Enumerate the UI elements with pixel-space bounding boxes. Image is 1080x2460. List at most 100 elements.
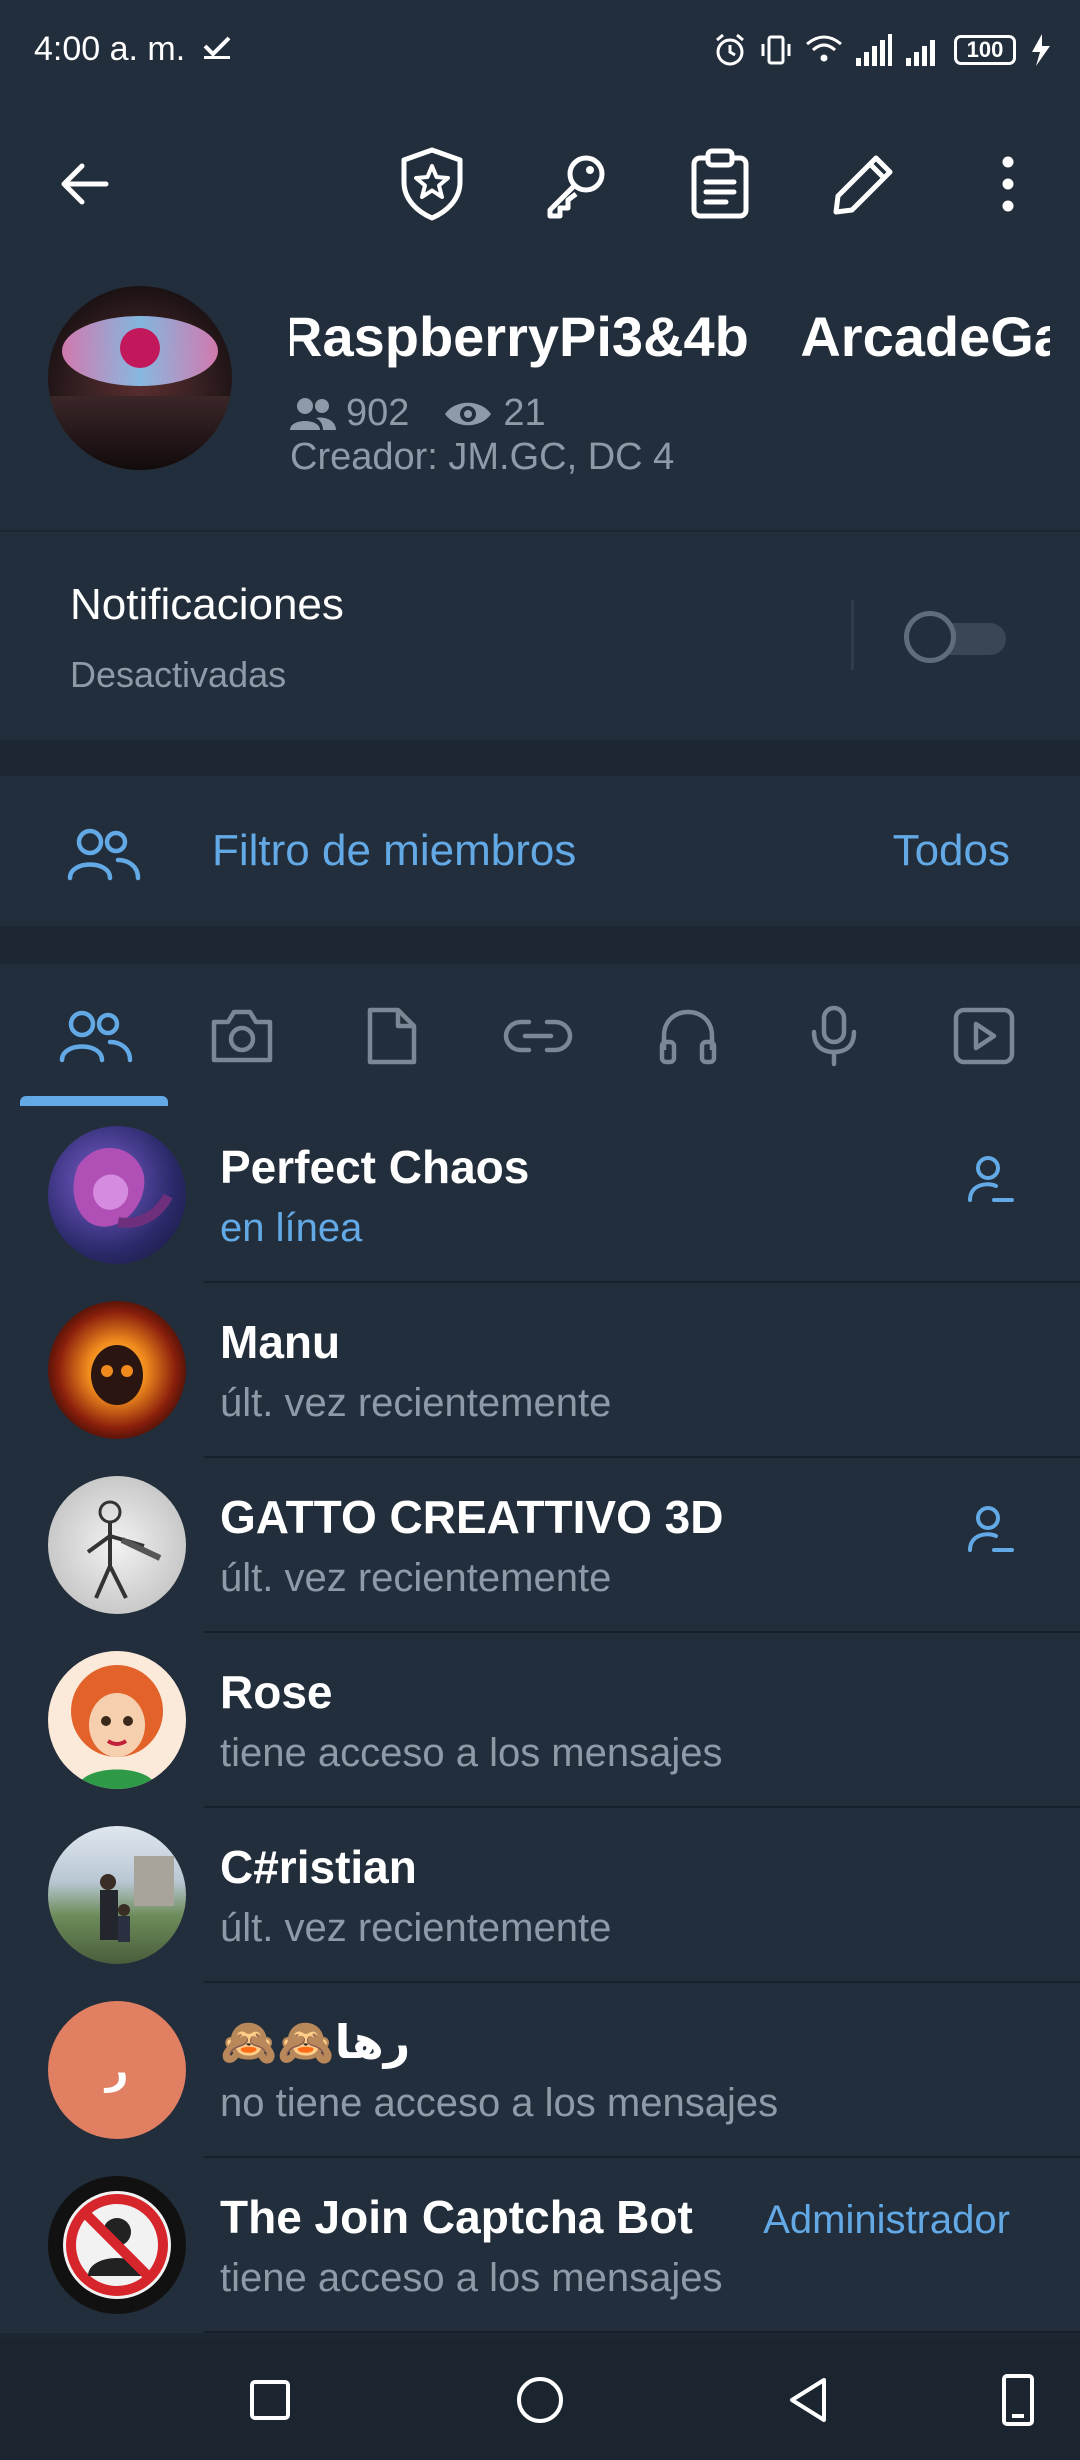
alarm-icon	[716, 33, 744, 66]
recents-square-icon	[250, 2380, 290, 2420]
key-icon	[547, 155, 605, 219]
camera-icon	[211, 1009, 273, 1063]
edit-pencil-icon	[833, 155, 893, 215]
tab-files[interactable]	[346, 990, 438, 1082]
status-time: 4:00 a. m.	[34, 30, 186, 68]
avatar	[48, 1651, 186, 1789]
signal-icon	[856, 34, 892, 66]
bot-avatar-icon	[63, 2191, 171, 2299]
edit-button[interactable]	[822, 142, 906, 226]
list-item[interactable]: GATTO CREATTIVO 3D últ. vez recientement…	[0, 1458, 1080, 1633]
avatar	[48, 1476, 186, 1614]
member-status: últ. vez recientemente	[220, 1906, 612, 1950]
tab-video-messages[interactable]	[938, 990, 1030, 1082]
media-tabs	[0, 964, 1080, 1110]
members-icon	[59, 1010, 133, 1063]
tab-music[interactable]	[642, 990, 734, 1082]
channel-title: RaspberryPi3&4b ArcadeGames	[290, 305, 1050, 368]
member-name: The Join Captcha Bot	[220, 2191, 693, 2243]
list-item[interactable]: C#ristian últ. vez recientemente	[0, 1808, 1080, 1983]
video-icon	[953, 1007, 1015, 1065]
avatar	[48, 1826, 186, 1964]
member-status: en línea	[220, 1206, 363, 1250]
screen-rotate-icon	[1002, 2374, 1034, 2426]
file-icon	[367, 1007, 417, 1065]
home-circle-icon	[517, 2377, 563, 2423]
list-item[interactable]: The Join Captcha Bot tiene acceso a los …	[0, 2158, 1080, 2333]
notifications-toggle[interactable]	[904, 609, 1008, 665]
avatar-photo-image	[100, 1856, 174, 1942]
contact-icon	[968, 1506, 1014, 1552]
recent-actions-button[interactable]	[678, 142, 762, 226]
battery-icon: 100	[954, 35, 1016, 65]
status-icons: 100	[712, 26, 1056, 74]
members-filter-icon	[67, 828, 141, 881]
member-filter-value[interactable]: Todos	[893, 826, 1010, 876]
channel-avatar[interactable]	[48, 286, 232, 470]
back-nav-button[interactable]	[772, 2364, 844, 2436]
member-name: Rose	[220, 1666, 333, 1718]
home-button[interactable]	[504, 2364, 576, 2436]
more-vert-icon	[1002, 156, 1014, 212]
microphone-icon	[811, 1005, 857, 1067]
vibrate-icon	[761, 35, 791, 65]
tab-members[interactable]	[50, 990, 142, 1082]
status-bar: 4:00 a. m. 100	[0, 0, 1080, 100]
headphones-icon	[659, 1009, 717, 1065]
list-item[interactable]: Rose tiene acceso a los mensajes	[0, 1633, 1080, 1808]
channel-creator: Creador: JM.GC, DC 4	[290, 436, 675, 478]
member-status: tiene acceso a los mensajes	[220, 1731, 723, 1775]
divider	[204, 2331, 1080, 2333]
back-arrow-icon	[61, 163, 109, 205]
wifi-icon	[806, 35, 842, 62]
member-name: 🙈🙈رها	[220, 2016, 411, 2068]
member-status: tiene acceso a los mensajes	[220, 2256, 723, 2300]
members-icon	[290, 397, 336, 430]
member-filter-row[interactable]: Filtro de miembros Todos	[0, 776, 1080, 926]
avatar-floor	[48, 396, 232, 470]
admin-badge: Administrador	[763, 2198, 1010, 2242]
notifications-status: Desactivadas	[70, 654, 287, 695]
permissions-button[interactable]	[534, 142, 618, 226]
recents-button[interactable]	[234, 2364, 306, 2436]
avatar-fire-skull-image	[91, 1345, 143, 1405]
tab-indicator	[20, 1096, 168, 1106]
back-triangle-icon	[790, 2378, 826, 2422]
tab-photos[interactable]	[196, 990, 288, 1082]
member-status: últ. vez recientemente	[220, 1381, 612, 1425]
avatar	[48, 2176, 186, 2314]
admin-shield-star-icon	[401, 147, 463, 221]
more-options-button[interactable]	[966, 142, 1050, 226]
avatar: ر	[48, 2001, 186, 2139]
avatar-sketch-image	[86, 1500, 162, 1599]
avatar-pony-image	[73, 1147, 173, 1228]
member-status: últ. vez recientemente	[220, 1556, 612, 1600]
notifications-row[interactable]: Notificaciones Desactivadas	[0, 532, 1080, 740]
member-name: Manu	[220, 1316, 341, 1368]
list-item[interactable]: Perfect Chaos en línea	[0, 1108, 1080, 1283]
members-count: 902	[346, 392, 410, 434]
channel-stats: 902 21	[290, 392, 546, 435]
rotate-button[interactable]	[982, 2364, 1054, 2436]
avatar-initial: ر	[105, 2048, 129, 2092]
tab-links[interactable]	[492, 990, 584, 1082]
toggle-knob	[904, 611, 956, 663]
divider	[851, 600, 854, 670]
back-button[interactable]	[42, 142, 126, 226]
member-name: Perfect Chaos	[220, 1141, 530, 1193]
check-icon	[203, 36, 231, 59]
link-icon	[503, 1019, 573, 1053]
list-item[interactable]: Manu últ. vez recientemente	[0, 1283, 1080, 1458]
notifications-title: Notificaciones	[70, 580, 344, 629]
avatar-cartoon-woman-image	[71, 1665, 163, 1789]
eye-icon	[445, 402, 492, 425]
charging-icon	[1032, 34, 1050, 66]
admins-button[interactable]	[390, 142, 474, 226]
member-status: no tiene acceso a los mensajes	[220, 2081, 779, 2125]
member-filter-label: Filtro de miembros	[212, 826, 577, 875]
tab-voice[interactable]	[788, 990, 880, 1082]
viewers-count: 21	[503, 392, 546, 434]
channel-title-container: RaspberryPi3&4b ArcadeGames	[290, 300, 1050, 376]
list-item[interactable]: ر 🙈🙈رها no tiene acceso a los mensajes	[0, 1983, 1080, 2158]
system-nav-bar	[0, 2340, 1080, 2460]
